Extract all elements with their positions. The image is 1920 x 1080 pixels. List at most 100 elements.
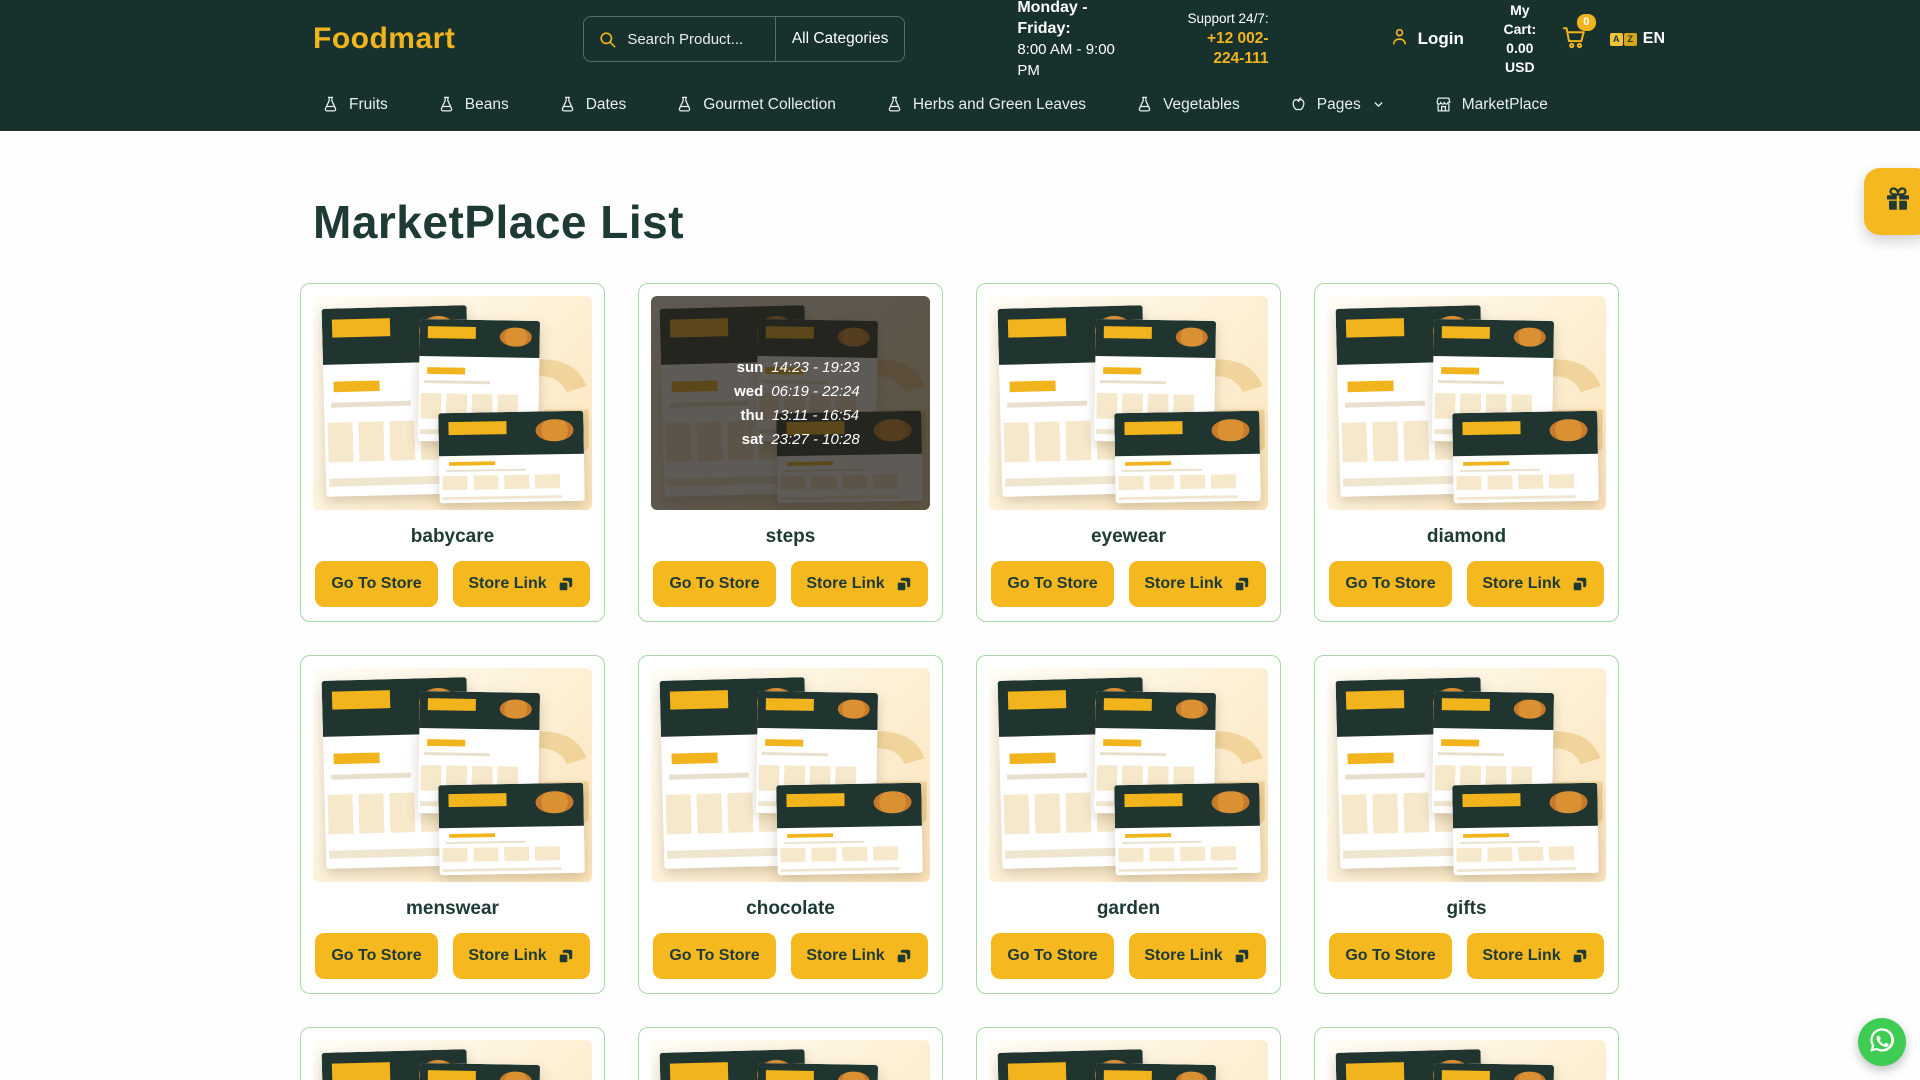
nav-item-label: Herbs and Green Leaves bbox=[913, 96, 1086, 114]
store-link-button[interactable]: Store Link bbox=[791, 933, 928, 979]
language-switcher[interactable]: A Z EN bbox=[1610, 30, 1665, 48]
store-card: GGo To StoreStore Link bbox=[300, 1027, 605, 1080]
flask-icon bbox=[1135, 95, 1154, 114]
cart-amount: 0.00 USD bbox=[1496, 39, 1544, 77]
apple-icon bbox=[1289, 95, 1308, 114]
go-to-store-button[interactable]: Go To Store bbox=[653, 561, 776, 607]
go-to-store-button[interactable]: Go To Store bbox=[1329, 933, 1452, 979]
card-actions: Go To Store Store Link bbox=[989, 561, 1268, 607]
nav-item-dates[interactable]: Dates bbox=[558, 95, 627, 114]
nav-item-label: Beans bbox=[465, 96, 509, 114]
store-card-menswear: GmenswearGo To StoreStore Link bbox=[300, 655, 605, 994]
store-thumbnail[interactable]: G bbox=[651, 1040, 930, 1080]
hours-day: thu bbox=[722, 407, 764, 424]
store-thumbnail[interactable]: G bbox=[313, 1040, 592, 1080]
support-phone[interactable]: +12 002-224-111 bbox=[1176, 29, 1268, 69]
store-link-button[interactable]: Store Link bbox=[1129, 933, 1266, 979]
card-actions: Go To Store Store Link bbox=[313, 561, 592, 607]
store-link-label: Store Link bbox=[1482, 947, 1560, 965]
copy-icon bbox=[1232, 947, 1251, 966]
store-link-button[interactable]: Store Link bbox=[453, 933, 590, 979]
nav-item-gourmet-collection[interactable]: Gourmet Collection bbox=[675, 95, 836, 114]
store-link-button[interactable]: Store Link bbox=[1129, 561, 1266, 607]
cart-button[interactable]: 0 bbox=[1560, 23, 1590, 56]
go-to-store-button[interactable]: Go To Store bbox=[315, 933, 438, 979]
go-to-store-button[interactable]: Go To Store bbox=[991, 933, 1114, 979]
store-hours-overlay: sun14:23 - 19:23wed06:19 - 22:24thu13:11… bbox=[651, 296, 930, 510]
store-thumbnail[interactable]: G bbox=[1327, 668, 1606, 882]
flag-letter-z: Z bbox=[1624, 33, 1637, 46]
store-link-button[interactable]: Store Link bbox=[791, 561, 928, 607]
store-card-eyewear: Geyewear Go To Store Store Link bbox=[976, 283, 1281, 622]
nav-item-fruits[interactable]: Fruits bbox=[321, 95, 388, 114]
nav-item-herbs-and-green-leaves[interactable]: Herbs and Green Leaves bbox=[885, 95, 1086, 114]
store-card-diamond: GdiamondGo To StoreStore Link bbox=[1314, 283, 1619, 622]
store-thumbnail[interactable]: G bbox=[313, 668, 592, 882]
copy-icon bbox=[1570, 947, 1589, 966]
store-link-button[interactable]: Store Link bbox=[453, 561, 590, 607]
site-preview-page bbox=[1094, 1062, 1216, 1080]
site-preview-page bbox=[756, 1062, 878, 1080]
store-link-label: Store Link bbox=[806, 947, 884, 965]
search-input[interactable] bbox=[627, 31, 775, 48]
store-card-chocolate: GchocolateGo To StoreStore Link bbox=[638, 655, 943, 994]
store-thumbnail[interactable]: G bbox=[989, 1040, 1268, 1080]
nav-item-label: MarketPlace bbox=[1462, 96, 1548, 114]
go-to-store-button[interactable]: Go To Store bbox=[653, 933, 776, 979]
login-button[interactable]: Login bbox=[1389, 26, 1464, 52]
flag-letter-a: A bbox=[1610, 33, 1623, 46]
store-link-button[interactable]: Store Link bbox=[1467, 561, 1604, 607]
nav-item-label: Gourmet Collection bbox=[703, 96, 836, 114]
store-grid: GbabycareGo To StoreStore LinkGsun14:23 … bbox=[300, 283, 1619, 1080]
store-icon bbox=[1434, 95, 1453, 114]
nav-item-vegetables[interactable]: Vegetables bbox=[1135, 95, 1240, 114]
site-preview-page bbox=[418, 1062, 540, 1080]
login-label: Login bbox=[1418, 29, 1464, 49]
opening-hours-days: Monday - Friday: bbox=[1017, 0, 1118, 39]
whatsapp-button[interactable] bbox=[1858, 1018, 1906, 1066]
opening-hours: Monday - Friday: 8:00 AM - 9:00 PM bbox=[1017, 0, 1118, 81]
card-actions: Go To Store Store Link bbox=[989, 933, 1268, 979]
store-card-babycare: GbabycareGo To StoreStore Link bbox=[300, 283, 605, 622]
main-nav: Fruits Beans Dates Gourmet Collection Herbs … bbox=[0, 78, 1920, 131]
store-thumbnail[interactable]: G bbox=[1327, 296, 1606, 510]
nav-item-label: Pages bbox=[1317, 96, 1361, 114]
flask-icon bbox=[885, 95, 904, 114]
hours-time: 06:19 - 22:24 bbox=[771, 383, 859, 400]
store-card-garden: GgardenGo To StoreStore Link bbox=[976, 655, 1281, 994]
store-link-label: Store Link bbox=[468, 575, 546, 593]
copy-icon bbox=[894, 575, 913, 594]
store-link-label: Store Link bbox=[1144, 947, 1222, 965]
store-card: GGo To StoreStore Link bbox=[1314, 1027, 1619, 1080]
go-to-store-button[interactable]: Go To Store bbox=[315, 561, 438, 607]
store-thumbnail[interactable]: G bbox=[989, 668, 1268, 882]
store-thumbnail[interactable]: Gsun14:23 - 19:23wed06:19 - 22:24thu13:1… bbox=[651, 296, 930, 510]
user-icon bbox=[1389, 26, 1410, 52]
nav-item-pages[interactable]: Pages bbox=[1289, 95, 1385, 114]
store-link-label: Store Link bbox=[806, 575, 884, 593]
go-to-store-button[interactable]: Go To Store bbox=[1329, 561, 1452, 607]
nav-item-marketplace[interactable]: MarketPlace bbox=[1434, 95, 1548, 114]
go-to-store-button[interactable]: Go To Store bbox=[991, 561, 1114, 607]
store-thumbnail[interactable]: G bbox=[651, 668, 930, 882]
store-hours-row: sat23:27 - 10:28 bbox=[721, 431, 859, 448]
flask-icon bbox=[558, 95, 577, 114]
store-name: steps bbox=[651, 526, 930, 548]
nav-item-beans[interactable]: Beans bbox=[437, 95, 509, 114]
hours-day: sat bbox=[721, 431, 763, 448]
logo[interactable]: Foodmart bbox=[313, 22, 455, 56]
hours-time: 14:23 - 19:23 bbox=[771, 359, 859, 376]
store-thumbnail[interactable]: G bbox=[313, 296, 592, 510]
category-dropdown[interactable]: All Categories bbox=[775, 17, 905, 61]
copy-icon bbox=[894, 947, 913, 966]
cart-count-badge: 0 bbox=[1577, 14, 1596, 31]
store-thumbnail[interactable]: G bbox=[989, 296, 1268, 510]
site-preview-page bbox=[1432, 1062, 1554, 1080]
store-thumbnail[interactable]: G bbox=[1327, 1040, 1606, 1080]
flask-icon bbox=[437, 95, 456, 114]
store-name: eyewear bbox=[989, 526, 1268, 548]
store-link-button[interactable]: Store Link bbox=[1467, 933, 1604, 979]
site-header: Foodmart All Categories Monday - Friday:… bbox=[0, 0, 1920, 131]
site-preview-page bbox=[438, 782, 585, 874]
gift-offer-button[interactable] bbox=[1864, 168, 1920, 235]
